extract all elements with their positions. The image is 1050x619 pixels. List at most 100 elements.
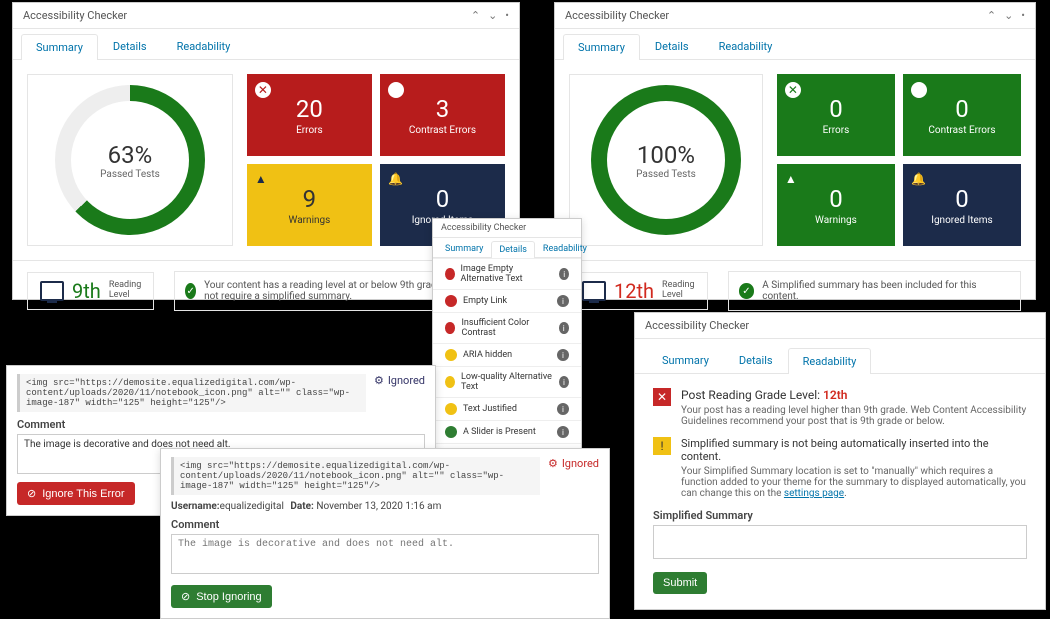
details-list-item[interactable]: Low-quality Alternative Text i bbox=[433, 366, 581, 397]
tab-details[interactable]: Details bbox=[98, 33, 162, 59]
reading-level-badge: 12th Reading Level bbox=[569, 272, 708, 310]
submit-button[interactable]: Submit bbox=[653, 572, 707, 594]
details-item-label: A Slider is Present bbox=[463, 427, 536, 437]
simplified-warning-para: Your Simplified Summary location is set … bbox=[681, 466, 1027, 499]
warning-icon: ▲ bbox=[255, 172, 271, 188]
panel-title: Accessibility Checker bbox=[645, 319, 749, 332]
details-list-item[interactable]: Image Empty Alternative Texti bbox=[433, 258, 581, 289]
comment-field[interactable] bbox=[171, 534, 599, 574]
tile-warnings[interactable]: ▲ 0 Warnings bbox=[777, 164, 895, 246]
screen-icon bbox=[40, 281, 64, 301]
chevron-up-icon[interactable]: ⌃ bbox=[987, 9, 996, 22]
code-snippet: <img src="https://demosite.equalizedigit… bbox=[17, 374, 366, 412]
passed-tests-donut: 100% Passed Tests bbox=[569, 74, 763, 246]
passed-label: Passed Tests bbox=[100, 169, 160, 180]
ignored-flag: ⚙ Ignored bbox=[548, 457, 599, 470]
panel-title: Accessibility Checker bbox=[565, 9, 669, 22]
details-item-label: Low-quality Alternative Text bbox=[461, 372, 553, 392]
tab-readability[interactable]: Readability bbox=[535, 240, 595, 257]
ignored-meta: Username:equalizedigital Date: November … bbox=[171, 501, 599, 512]
tab-summary[interactable]: Summary bbox=[21, 34, 98, 60]
passed-percent: 100% bbox=[637, 141, 695, 169]
details-list-item[interactable]: Empty Link i bbox=[433, 289, 581, 312]
bell-icon: 🔔 bbox=[388, 172, 404, 188]
details-item-label: Insufficient Color Contrast bbox=[461, 318, 552, 338]
ignore-this-error-button[interactable]: ⊘ Ignore This Error bbox=[17, 482, 135, 505]
contrast-icon bbox=[388, 82, 404, 98]
gear-icon: ⚙ bbox=[374, 374, 384, 387]
chevron-down-icon[interactable]: ⌄ bbox=[488, 9, 497, 22]
tab-details[interactable]: Details bbox=[640, 33, 704, 59]
status-dot-icon bbox=[445, 349, 457, 361]
passed-percent: 63% bbox=[108, 141, 153, 169]
stop-ignoring-button[interactable]: ⊘ Stop Ignoring bbox=[171, 585, 272, 608]
warning-icon: ▲ bbox=[785, 172, 801, 188]
info-icon[interactable]: i bbox=[557, 403, 569, 415]
panel-title: Accessibility Checker bbox=[441, 223, 526, 233]
reading-grade-title: Post Reading Grade Level: bbox=[681, 388, 820, 402]
tile-errors[interactable]: ✕ 0 Errors bbox=[777, 74, 895, 156]
warning-icon: ! bbox=[653, 437, 671, 455]
status-dot-icon bbox=[445, 376, 455, 388]
dot-icon[interactable]: • bbox=[1021, 9, 1025, 22]
details-item-label: Empty Link bbox=[463, 296, 507, 306]
tile-ignored[interactable]: 🔔 0 Ignored Items bbox=[903, 164, 1021, 246]
info-icon[interactable]: i bbox=[559, 322, 569, 334]
code-snippet: <img src="https://demosite.equalizedigit… bbox=[171, 457, 540, 495]
panel-title: Accessibility Checker bbox=[23, 9, 127, 22]
tab-readability[interactable]: Readability bbox=[704, 33, 788, 59]
tab-readability[interactable]: Readability bbox=[788, 348, 872, 374]
ignored-flag: ⚙ Ignored bbox=[374, 374, 425, 387]
details-item-label: Text Justified bbox=[463, 404, 517, 414]
check-icon: ✓ bbox=[739, 283, 755, 299]
reading-grade-para: Your post has a reading level higher tha… bbox=[681, 405, 1027, 427]
details-item-label: ARIA hidden bbox=[463, 350, 512, 360]
tile-contrast-errors[interactable]: 0 Contrast Errors bbox=[903, 74, 1021, 156]
info-icon[interactable]: i bbox=[557, 349, 569, 361]
status-dot-icon bbox=[445, 403, 457, 415]
details-list-item[interactable]: Text Justified i bbox=[433, 397, 581, 420]
simplified-summary-field[interactable] bbox=[653, 525, 1027, 559]
info-icon[interactable]: i bbox=[559, 268, 569, 280]
info-icon[interactable]: i bbox=[557, 426, 569, 438]
tab-readability[interactable]: Readability bbox=[162, 33, 246, 59]
contrast-icon bbox=[911, 82, 927, 98]
details-list-item[interactable]: ARIA hidden i bbox=[433, 343, 581, 366]
tab-summary[interactable]: Summary bbox=[563, 34, 640, 60]
tab-summary[interactable]: Summary bbox=[647, 347, 724, 373]
tile-contrast-errors[interactable]: 3 Contrast Errors bbox=[380, 74, 505, 156]
dot-icon[interactable]: • bbox=[505, 9, 509, 22]
screen-icon bbox=[582, 281, 606, 301]
chevron-down-icon[interactable]: ⌄ bbox=[1004, 9, 1013, 22]
settings-page-link[interactable]: settings page bbox=[784, 488, 844, 499]
info-icon[interactable]: i bbox=[557, 295, 569, 307]
info-icon[interactable]: i bbox=[559, 376, 569, 388]
tile-warnings[interactable]: ▲ 9 Warnings bbox=[247, 164, 372, 246]
check-icon: ✓ bbox=[185, 283, 196, 299]
details-list-item[interactable]: Insufficient Color Contrast i bbox=[433, 312, 581, 343]
passed-label: Passed Tests bbox=[636, 169, 696, 180]
gear-icon: ⚙ bbox=[548, 457, 558, 470]
tile-errors[interactable]: ✕ 20 Errors bbox=[247, 74, 372, 156]
chevron-up-icon[interactable]: ⌃ bbox=[471, 9, 480, 22]
close-icon: ✕ bbox=[255, 82, 271, 98]
simplified-warning-title: Simplified summary is not being automati… bbox=[681, 437, 1027, 463]
status-dot-icon bbox=[445, 268, 455, 280]
eye-slash-icon: ⊘ bbox=[181, 590, 190, 603]
comment-label: Comment bbox=[171, 518, 599, 531]
bell-icon: 🔔 bbox=[911, 172, 927, 188]
comment-label: Comment bbox=[17, 418, 425, 431]
passed-tests-donut: 63% Passed Tests bbox=[27, 74, 233, 246]
tab-details[interactable]: Details bbox=[724, 347, 788, 373]
tab-details[interactable]: Details bbox=[491, 241, 535, 258]
eye-slash-icon: ⊘ bbox=[27, 487, 36, 500]
status-dot-icon bbox=[445, 426, 457, 438]
details-list-item[interactable]: A Slider is Present i bbox=[433, 420, 581, 443]
reading-level-badge: 9th Reading Level bbox=[27, 272, 154, 310]
foot-message: A Simplified summary has been included f… bbox=[762, 280, 1010, 302]
status-dot-icon bbox=[445, 322, 455, 334]
close-icon: ✕ bbox=[785, 82, 801, 98]
reading-grade-value: 12th bbox=[823, 388, 847, 402]
status-dot-icon bbox=[445, 295, 457, 307]
tab-summary[interactable]: Summary bbox=[437, 240, 491, 257]
